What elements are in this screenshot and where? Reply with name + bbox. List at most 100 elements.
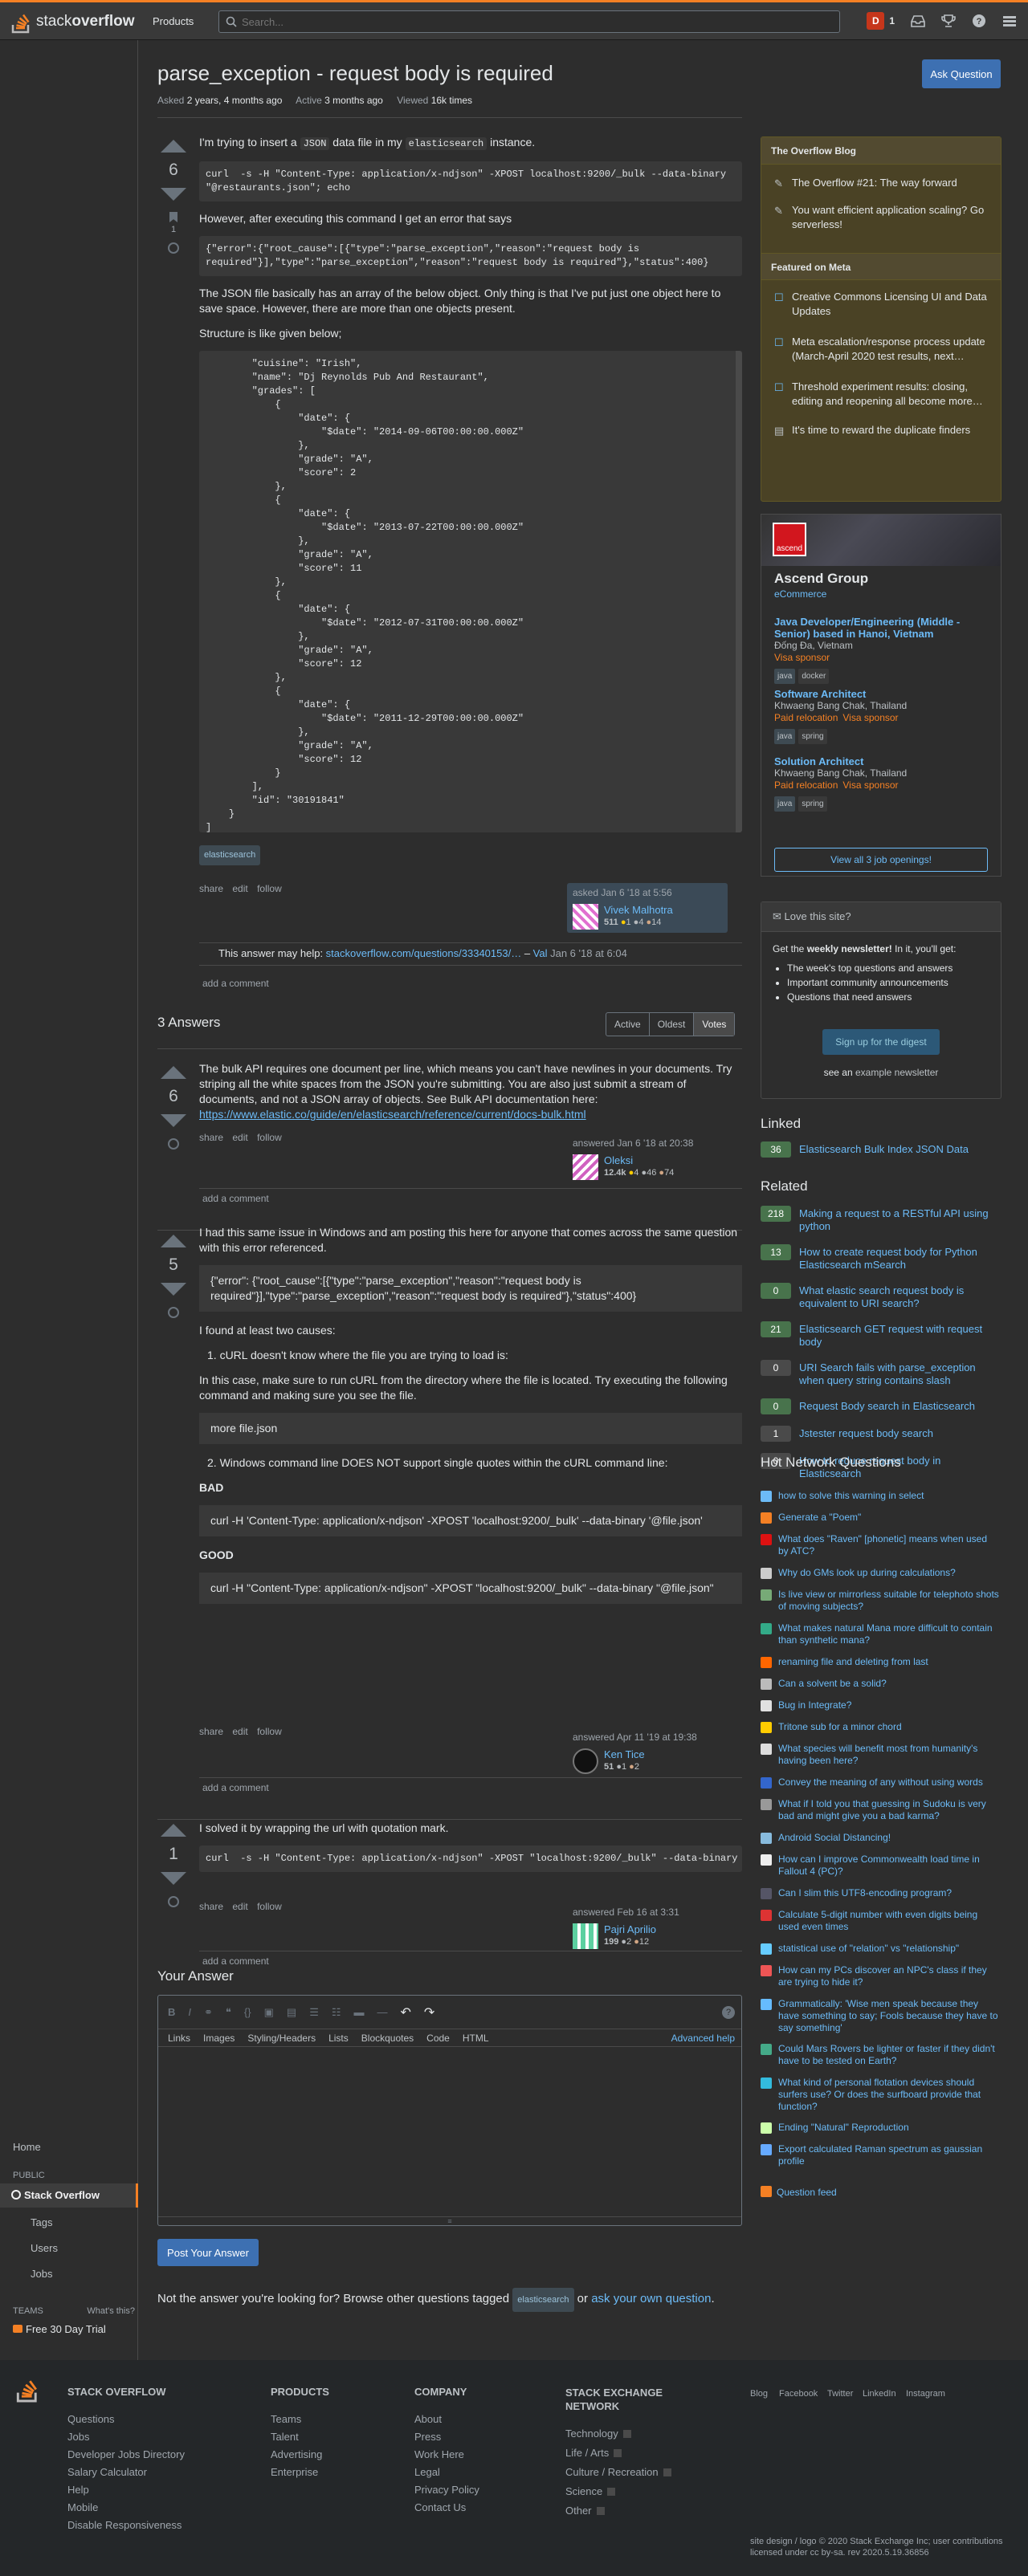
job-listing[interactable]: Software Architect Khwaeng Bang Chak, Tha… (774, 688, 991, 744)
image-icon[interactable]: ▣ (264, 2006, 274, 2019)
products-menu[interactable]: Products (143, 11, 203, 31)
footer-link[interactable]: Advertising (271, 2448, 322, 2460)
view-all-jobs-button[interactable]: View all 3 job openings! (774, 848, 988, 872)
hot-question-title[interactable]: What if I told you that guessing in Sudo… (778, 1798, 999, 1822)
inbox-icon[interactable] (911, 14, 925, 27)
avatar[interactable] (573, 1923, 598, 1949)
user-name[interactable]: Ken Tice (604, 1748, 645, 1760)
meta-item[interactable]: ☐ Creative Commons Licensing UI and Data … (774, 290, 991, 319)
follow-link[interactable]: follow (257, 1726, 282, 1737)
footer-link[interactable]: Salary Calculator (67, 2466, 147, 2478)
footer-network-link[interactable]: Other (565, 2505, 605, 2517)
advanced-help-link[interactable]: Advanced help (671, 2033, 735, 2044)
share-link[interactable]: share (199, 1132, 223, 1143)
footer-network-link[interactable]: Science (565, 2485, 616, 2497)
social-link[interactable]: Twitter (827, 2389, 853, 2399)
heading-icon[interactable]: ▬ (354, 2006, 365, 2018)
footer-link[interactable]: Enterprise (271, 2466, 318, 2478)
job-tag[interactable]: java (774, 669, 796, 684)
search-input[interactable] (242, 15, 820, 28)
history-icon[interactable] (157, 242, 190, 256)
ask-own-question-link[interactable]: ask your own question (591, 2292, 711, 2305)
footer-link[interactable]: Teams (271, 2413, 301, 2425)
code-icon[interactable]: {} (244, 2006, 251, 2018)
help-tab-lists[interactable]: Lists (328, 2033, 349, 2044)
footer-network-link[interactable]: Life / Arts (565, 2447, 622, 2459)
social-link[interactable]: LinkedIn (863, 2389, 896, 2399)
hot-question-title[interactable]: Convey the meaning of any without using … (778, 1776, 999, 1789)
hot-question-title[interactable]: Calculate 5-digit number with even digit… (778, 1909, 999, 1933)
undo-icon[interactable]: ↶ (401, 2004, 411, 2021)
stackoverflow-logo[interactable]: stackoverflow (11, 9, 134, 35)
user-name[interactable]: Vivek Malhotra (604, 904, 673, 916)
hot-question-title[interactable]: statistical use of "relation" vs "relati… (778, 1943, 999, 1955)
hot-question-title[interactable]: Grammatically: 'Wise men speak because t… (778, 1998, 999, 2034)
hot-question-title[interactable]: How can I improve Commonwealth load time… (778, 1854, 999, 1878)
job-tag[interactable]: spring (798, 729, 827, 744)
active-value[interactable]: 3 months ago (324, 95, 383, 106)
meta-item[interactable]: ☐ Threshold experiment results: closing, … (774, 380, 991, 409)
upvote-button[interactable] (161, 1066, 186, 1079)
footer-link[interactable]: Press (414, 2431, 441, 2443)
follow-link[interactable]: follow (257, 1132, 282, 1143)
italic-icon[interactable]: I (188, 2006, 191, 2018)
avatar[interactable] (573, 904, 598, 930)
help-tab-html[interactable]: HTML (463, 2033, 489, 2044)
company-name[interactable]: Ascend Group (774, 571, 868, 587)
related-question-title[interactable]: Elasticsearch Bulk Index JSON Data (799, 1143, 1000, 1156)
related-question-title[interactable]: Jstester request body search (799, 1427, 1000, 1440)
hot-question-title[interactable]: How can my PCs discover an NPC's class i… (778, 1964, 999, 1988)
downvote-button[interactable] (161, 1114, 186, 1127)
hot-question-title[interactable]: What does "Raven" [phonetic] means when … (778, 1533, 999, 1557)
hot-question-title[interactable]: Can I slim this UTF8-encoding program? (778, 1887, 999, 1899)
nav-stack-overflow[interactable]: Stack Overflow (0, 2183, 138, 2208)
social-link[interactable]: Facebook (779, 2389, 818, 2399)
teams-whats-this[interactable]: What's this? (0, 2306, 135, 2316)
signup-digest-button[interactable]: Sign up for the digest (822, 1029, 940, 1055)
hot-question-title[interactable]: Bug in Integrate? (778, 1699, 999, 1711)
related-question-title[interactable]: What elastic search request body is equi… (799, 1284, 1000, 1310)
blog-item[interactable]: ✎ You want efficient application scaling?… (774, 203, 991, 232)
related-question-title[interactable]: Elasticsearch GET request with request b… (799, 1323, 1000, 1349)
snippet-icon[interactable]: ▤ (287, 2006, 296, 2019)
footer-link[interactable]: Work Here (414, 2448, 464, 2460)
related-question-title[interactable]: Request Body search in Elasticsearch (799, 1400, 1000, 1413)
footer-link[interactable]: Questions (67, 2413, 115, 2425)
help-tab-code[interactable]: Code (426, 2033, 450, 2044)
nav-tags[interactable]: Tags (0, 2216, 138, 2228)
footer-link[interactable]: Legal (414, 2466, 440, 2478)
footer-logo-icon[interactable] (16, 2375, 40, 2403)
hot-question-title[interactable]: Export calculated Raman spectrum as gaus… (778, 2143, 999, 2167)
help-tab-blockquotes[interactable]: Blockquotes (361, 2033, 414, 2044)
footer-link[interactable]: Mobile (67, 2501, 98, 2513)
user-name[interactable]: Pajri Aprilio (604, 1923, 656, 1935)
footer-link[interactable]: Disable Responsiveness (67, 2519, 182, 2531)
job-listing[interactable]: Java Developer/Engineering (Middle - Sen… (774, 616, 991, 684)
resize-grip[interactable]: ≡ (158, 2216, 741, 2226)
downvote-button[interactable] (161, 188, 186, 201)
hot-question-title[interactable]: What makes natural Mana more difficult t… (778, 1622, 999, 1646)
nav-home[interactable]: Home (0, 2141, 138, 2153)
question-title[interactable]: parse_exception - request body is requir… (157, 61, 553, 86)
quote-icon[interactable]: ❝ (226, 2006, 231, 2019)
hot-question-title[interactable]: What species will benefit most from huma… (778, 1743, 999, 1767)
job-tag[interactable]: java (774, 796, 796, 812)
upvote-button[interactable] (161, 140, 186, 153)
hot-question-title[interactable]: renaming file and deleting from last (778, 1656, 999, 1668)
ordered-list-icon[interactable]: ☰ (309, 2006, 319, 2019)
related-question-title[interactable]: How to create request body for Python El… (799, 1246, 1000, 1272)
comment-link[interactable]: stackoverflow.com/questions/33340153/… (326, 947, 522, 959)
tag-elasticsearch[interactable]: elasticsearch (199, 845, 261, 865)
link-icon[interactable]: ⚭ (204, 2006, 213, 2019)
downvote-button[interactable] (161, 1872, 186, 1885)
footer-link[interactable]: Talent (271, 2431, 299, 2443)
add-comment-link[interactable]: add a comment (202, 1193, 269, 1204)
docs-link[interactable]: https://www.elastic.co/guide/en/elastics… (199, 1108, 586, 1121)
social-link[interactable]: Instagram (906, 2389, 945, 2399)
achievements-icon[interactable] (941, 14, 956, 27)
edit-link[interactable]: edit (232, 1901, 247, 1912)
upvote-button[interactable] (161, 1824, 186, 1837)
job-title[interactable]: Java Developer/Engineering (Middle - Sen… (774, 616, 991, 640)
redo-icon[interactable]: ↷ (424, 2004, 434, 2021)
hot-question-title[interactable]: Could Mars Rovers be lighter or faster i… (778, 2043, 999, 2067)
